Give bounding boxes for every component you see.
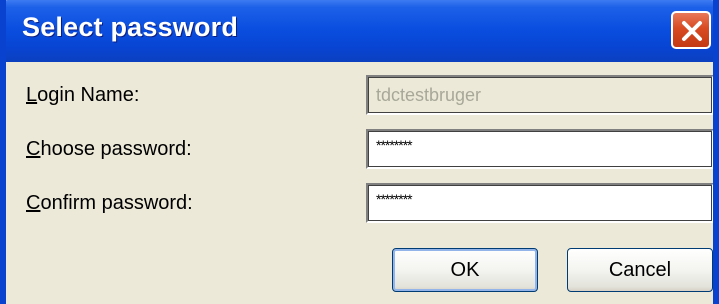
window-title: Select password xyxy=(22,12,239,42)
cancel-button[interactable]: Cancel xyxy=(567,248,713,292)
confirm-password-field[interactable] xyxy=(366,183,713,223)
login-name-label-text: ogin Name: xyxy=(37,84,140,106)
choose-password-label-text: hoose password: xyxy=(40,138,192,160)
login-name-label: Login Name: xyxy=(26,84,139,107)
select-password-dialog: Select password Login Name: Choose passw… xyxy=(0,0,719,304)
choose-password-label-accelerator: C xyxy=(26,138,41,160)
login-name-label-accelerator: L xyxy=(26,84,38,106)
confirm-password-label-text: onfirm password: xyxy=(40,192,193,214)
login-name-field xyxy=(366,75,713,115)
confirm-password-label: Confirm password: xyxy=(26,192,193,215)
choose-password-label: Choose password: xyxy=(26,138,192,161)
confirm-password-label-accelerator: C xyxy=(26,192,41,214)
close-button[interactable] xyxy=(671,11,711,49)
ok-button[interactable]: OK xyxy=(392,248,538,292)
choose-password-field[interactable] xyxy=(366,129,713,169)
title-bar[interactable]: Select password xyxy=(6,0,713,62)
